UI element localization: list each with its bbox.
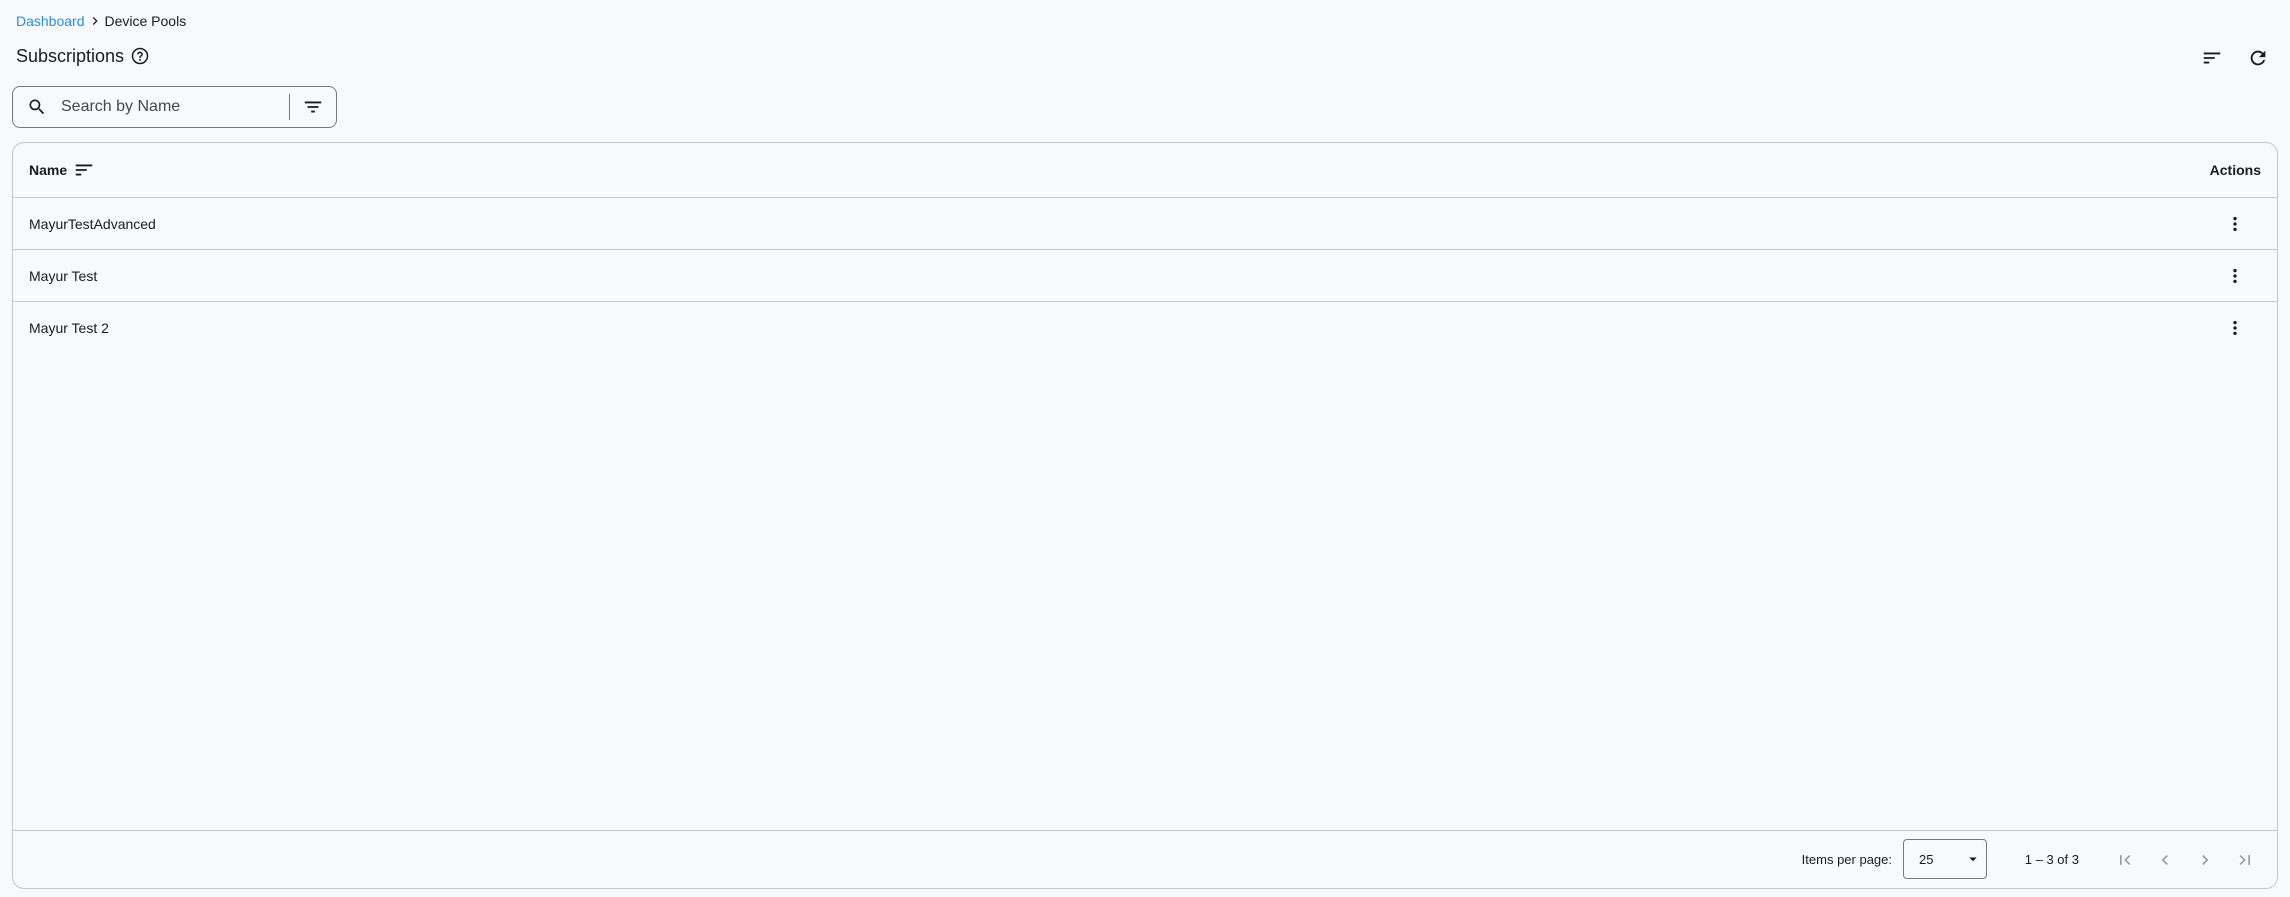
breadcrumb-current: Device Pools <box>104 13 187 29</box>
row-name: MayurTestAdvanced <box>29 215 156 232</box>
sort-icon[interactable] <box>73 159 95 181</box>
table-row[interactable]: Mayur Test <box>13 250 2277 302</box>
column-header-actions: Actions <box>2209 162 2261 178</box>
table-row[interactable]: Mayur Test 2 <box>13 302 2277 354</box>
breadcrumb-dashboard-link[interactable]: Dashboard <box>16 13 85 29</box>
sort-icon[interactable] <box>2198 44 2226 72</box>
refresh-icon[interactable] <box>2244 44 2272 72</box>
row-name: Mayur Test 2 <box>29 320 109 336</box>
chevron-left-icon[interactable] <box>2151 846 2179 874</box>
search-field <box>12 86 337 128</box>
search-icon <box>13 87 61 127</box>
first-page-icon[interactable] <box>2111 846 2139 874</box>
column-header-name-label: Name <box>29 162 68 178</box>
table-header: Name Actions <box>13 143 2277 198</box>
title-row: Subscriptions <box>16 44 150 68</box>
filter-icon[interactable] <box>290 87 336 127</box>
chevron-right-icon <box>85 12 105 30</box>
page-size-select[interactable]: 25 <box>1903 839 1987 879</box>
subscriptions-table: Name Actions MayurTestAdvanced Mayur Tes… <box>12 142 2278 889</box>
paginator: Items per page: 25 1 – 3 of 3 <box>13 830 2277 888</box>
search-input[interactable] <box>61 89 289 125</box>
page-size-value: 25 <box>1919 851 1934 867</box>
page-range-label: 1 – 3 of 3 <box>2024 852 2079 867</box>
last-page-icon[interactable] <box>2231 846 2259 874</box>
breadcrumb: Dashboard Device Pools <box>16 12 186 30</box>
page-title: Subscriptions <box>16 45 125 66</box>
row-name: Mayur Test <box>29 267 98 284</box>
table-row[interactable]: MayurTestAdvanced <box>13 198 2277 250</box>
arrow-drop-down-icon <box>1964 850 1982 868</box>
items-per-page-label: Items per page: <box>1801 852 1892 867</box>
more-vert-icon[interactable] <box>2221 210 2249 238</box>
more-vert-icon[interactable] <box>2221 314 2249 342</box>
column-header-name[interactable]: Name <box>29 159 95 181</box>
help-circle-icon[interactable] <box>130 46 150 66</box>
chevron-right-icon[interactable] <box>2191 846 2219 874</box>
more-vert-icon[interactable] <box>2221 262 2249 290</box>
subscriptions-page: Dashboard Device Pools Subscriptions Sea… <box>0 0 2290 897</box>
